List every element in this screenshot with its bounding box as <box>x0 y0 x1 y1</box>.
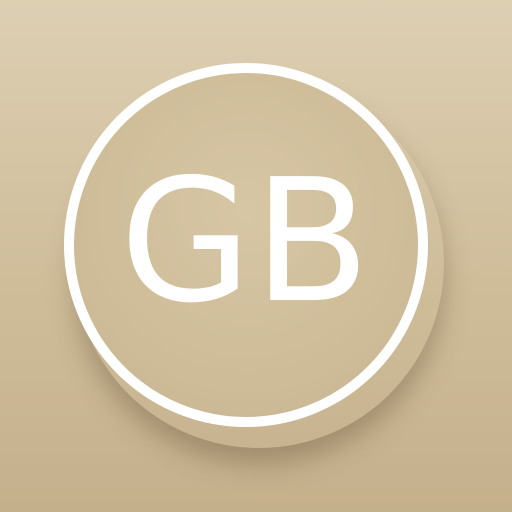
monogram-text: GB <box>119 143 373 341</box>
app-icon[interactable]: GB <box>0 0 512 512</box>
